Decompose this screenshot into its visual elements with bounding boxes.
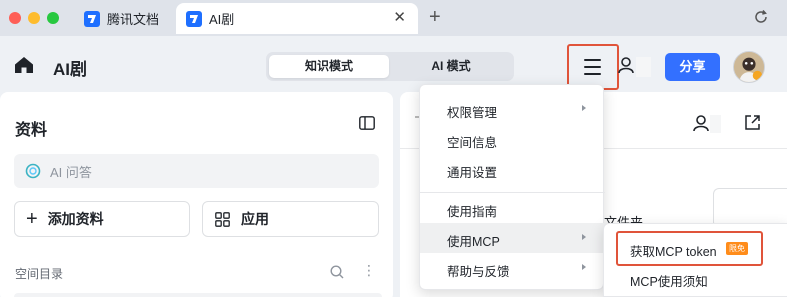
materials-panel: 资料 AI 问答 + 添加资料 应用 空间目录 ⋮ <box>0 92 393 297</box>
app-header: AI剧 知识模式 AI 模式 分享 <box>0 36 787 92</box>
apps-grid-icon <box>215 211 230 227</box>
open-external-icon[interactable] <box>744 114 761 131</box>
chevron-right-icon <box>582 105 586 111</box>
plus-icon: + <box>26 208 38 230</box>
apps-label: 应用 <box>241 211 269 227</box>
apps-button[interactable]: 应用 <box>202 201 379 237</box>
menu-icon-bar <box>584 66 601 68</box>
ai-sparkle-icon <box>25 163 41 179</box>
menu-item-label: 帮助与反馈 <box>447 265 510 279</box>
menu-item-use-mcp[interactable]: 使用MCP <box>420 223 605 253</box>
add-materials-button[interactable]: + 添加资料 <box>14 201 190 237</box>
chevron-right-icon <box>582 234 586 240</box>
tab-label: AI剧 <box>209 12 235 27</box>
menu-item-label: 空间信息 <box>447 136 498 150</box>
tab-label: 腾讯文档 <box>107 12 160 27</box>
menu-item-guide[interactable]: 使用指南 <box>420 193 605 223</box>
content-card[interactable] <box>713 188 787 228</box>
submenu-item-label: MCP使用须知 <box>630 275 708 289</box>
more-vertical-icon[interactable]: ⋮ <box>362 263 376 277</box>
page-title: AI剧 <box>53 60 87 79</box>
menu-item-label: 通用设置 <box>447 166 498 180</box>
mcp-submenu: 获取MCP token 限免 MCP使用须知 <box>603 223 787 297</box>
collaborator-icon[interactable] <box>692 114 722 134</box>
menu-item-space-info[interactable]: 空间信息 <box>420 124 605 154</box>
ai-ask-placeholder: AI 问答 <box>50 164 92 180</box>
minimize-window-button[interactable] <box>28 12 40 24</box>
close-window-button[interactable] <box>9 12 21 24</box>
search-icon[interactable] <box>330 265 344 279</box>
browser-tab-active[interactable]: AI剧 ✕ <box>176 3 418 34</box>
menu-item-help-feedback[interactable]: 帮助与反馈 <box>420 253 605 283</box>
sidebar-toggle-icon[interactable] <box>359 116 375 130</box>
maximize-window-button[interactable] <box>47 12 59 24</box>
directory-label: 空间目录 <box>15 267 64 281</box>
directory-row[interactable] <box>14 293 382 297</box>
menu-icon <box>584 59 601 61</box>
user-avatar[interactable] <box>733 51 765 83</box>
share-button[interactable]: 分享 <box>665 53 720 81</box>
collaborator-icon[interactable] <box>617 56 653 78</box>
menu-item-label: 使用MCP <box>447 235 500 249</box>
highlight-box <box>616 231 763 266</box>
tencent-docs-logo-icon <box>186 10 202 27</box>
browser-tab-docs[interactable]: 腾讯文档 <box>74 3 169 34</box>
more-menu-dropdown: 权限管理 空间信息 通用设置 使用指南 使用MCP 帮助与反馈 <box>419 84 605 290</box>
tencent-docs-logo-icon <box>84 10 100 27</box>
menu-icon-bar <box>584 73 601 75</box>
ai-mode-tab[interactable]: AI 模式 <box>391 55 511 78</box>
add-materials-label: 添加资料 <box>47 211 104 227</box>
ai-ask-input[interactable]: AI 问答 <box>14 154 379 188</box>
close-tab-icon[interactable]: ✕ <box>393 10 406 26</box>
menu-item-label: 权限管理 <box>447 106 498 120</box>
chevron-right-icon <box>582 264 586 270</box>
browser-tab-bar: 腾讯文档 AI剧 ✕ + <box>0 0 787 36</box>
menu-item-general-settings[interactable]: 通用设置 <box>420 154 605 184</box>
knowledge-mode-tab[interactable]: 知识模式 <box>269 55 389 78</box>
menu-item-label: 使用指南 <box>447 205 498 219</box>
panel-title: 资料 <box>15 122 48 139</box>
home-icon[interactable] <box>14 56 34 74</box>
mode-switcher: 知识模式 AI 模式 <box>266 52 514 81</box>
submenu-item-mcp-notice[interactable]: MCP使用须知 <box>604 263 787 293</box>
menu-item-permissions[interactable]: 权限管理 <box>420 94 605 124</box>
reload-icon[interactable] <box>753 9 769 25</box>
new-tab-icon[interactable]: + <box>429 7 441 27</box>
